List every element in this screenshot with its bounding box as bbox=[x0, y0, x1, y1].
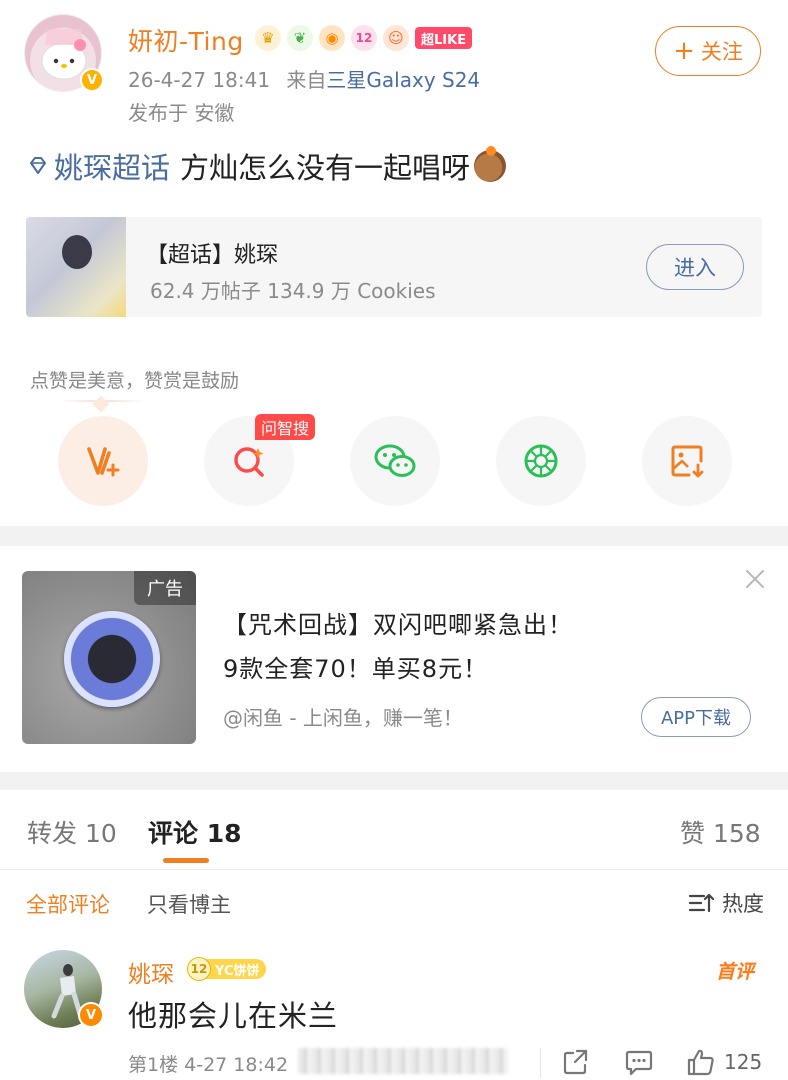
action-divider bbox=[540, 1048, 541, 1078]
super-topic-label: 姚琛超话 bbox=[54, 151, 171, 185]
active-tab-indicator bbox=[163, 858, 209, 863]
wechat-share-button[interactable] bbox=[350, 416, 440, 506]
reward-hint: 点赞是美意，赞赏是鼓励 bbox=[30, 370, 240, 392]
close-icon[interactable] bbox=[744, 568, 766, 590]
verified-badge: V bbox=[80, 68, 104, 92]
tab-comments[interactable]: 评论 18 bbox=[148, 814, 242, 850]
fan-level: 12 bbox=[187, 957, 211, 981]
plus-icon: + bbox=[673, 36, 695, 66]
section-separator bbox=[0, 526, 788, 546]
topic-thumbnail bbox=[26, 217, 126, 317]
sprout-icon[interactable]: ❦ bbox=[287, 25, 313, 51]
follow-label: 关注 bbox=[700, 40, 743, 64]
post-content: 姚琛超话 方灿怎么没有一起唱呀 bbox=[26, 145, 507, 187]
post-time: 26-4-27 18:41 bbox=[128, 68, 271, 92]
topic-title: 【超话】姚琛 bbox=[146, 243, 279, 268]
sort-by-hot[interactable]: 热度 bbox=[688, 888, 764, 918]
ask-search-tag: 问智搜 bbox=[255, 414, 316, 440]
author-avatar[interactable]: V bbox=[24, 14, 106, 96]
super-topic-card[interactable]: 【超话】姚琛 62.4 万帖子 134.9 万 Cookies 进入 bbox=[26, 217, 762, 317]
hint-caret bbox=[58, 400, 146, 402]
follow-button[interactable]: + 关注 bbox=[655, 26, 761, 76]
enter-topic-button[interactable]: 进入 bbox=[646, 244, 744, 290]
post-text: 方灿怎么没有一起唱呀 bbox=[180, 151, 471, 185]
post-location: 发布于 安徽 bbox=[128, 101, 235, 125]
comment-text[interactable]: 他那会儿在米兰 bbox=[128, 993, 338, 1035]
share-icon[interactable] bbox=[561, 1047, 591, 1077]
monkey-face-icon[interactable]: ☺ bbox=[383, 25, 409, 51]
super-like-badge[interactable]: 超LIKE bbox=[415, 27, 473, 49]
moments-share-button[interactable] bbox=[496, 416, 586, 506]
blurred-watermark bbox=[298, 1048, 508, 1074]
verified-badge: V bbox=[78, 1002, 104, 1028]
topic-stats: 62.4 万帖子 134.9 万 Cookies bbox=[150, 279, 436, 303]
fish-icon[interactable]: ◉ bbox=[319, 25, 345, 51]
tab-divider bbox=[0, 869, 788, 870]
filter-all-comments[interactable]: 全部评论 bbox=[26, 889, 110, 919]
super-topic-link[interactable]: 姚琛超话 bbox=[26, 145, 170, 187]
diamond-icon bbox=[30, 157, 46, 174]
commenter-avatar[interactable]: V bbox=[24, 950, 104, 1030]
section-separator bbox=[0, 772, 788, 790]
sort-label: 热度 bbox=[722, 892, 764, 916]
comment-icon[interactable] bbox=[624, 1047, 654, 1077]
reward-v-plus-icon bbox=[87, 447, 120, 477]
wechat-icon bbox=[374, 444, 416, 477]
filter-author-only[interactable]: 只看博主 bbox=[147, 889, 231, 919]
author-badges: ♛ ❦ ◉ 12 ☺ 超LIKE bbox=[255, 25, 473, 51]
fan-club-badge[interactable]: 12 YC饼饼 bbox=[187, 957, 266, 981]
moments-icon bbox=[524, 444, 558, 478]
ai-search-icon bbox=[234, 447, 264, 477]
reward-button[interactable] bbox=[58, 416, 148, 506]
sort-icon bbox=[688, 893, 714, 913]
share-row bbox=[0, 416, 788, 506]
image-download-icon bbox=[671, 445, 704, 478]
level-12-icon[interactable]: 12 bbox=[351, 25, 377, 51]
fan-club-name: YC饼饼 bbox=[205, 959, 266, 979]
ad-image[interactable]: 广告 bbox=[22, 571, 196, 744]
author-name[interactable]: 妍初-Ting bbox=[128, 22, 244, 58]
source-prefix: 来自 bbox=[286, 68, 327, 92]
first-comment-tag: 首评 bbox=[716, 961, 755, 983]
commenter-name[interactable]: 姚琛 bbox=[128, 955, 174, 989]
save-image-button[interactable] bbox=[642, 416, 732, 506]
ad-subline[interactable]: 9款全套70！单买8元！ bbox=[223, 649, 488, 684]
post-meta: 26-4-27 18:41 来自三星Galaxy S24 bbox=[128, 64, 480, 93]
thumbs-up-icon[interactable] bbox=[686, 1047, 716, 1077]
comment-meta: 第1楼 4-27 18:42 bbox=[128, 1054, 289, 1076]
capybara-emoji-icon bbox=[474, 146, 507, 182]
comment-like-count: 125 bbox=[724, 1050, 763, 1074]
source-device[interactable]: 三星Galaxy S24 bbox=[326, 68, 480, 92]
crown-icon[interactable]: ♛ bbox=[255, 25, 281, 51]
ad-label: 广告 bbox=[134, 571, 196, 605]
app-download-button[interactable]: APP下载 bbox=[641, 697, 751, 737]
tab-repost[interactable]: 转发 10 bbox=[27, 814, 117, 850]
tab-likes[interactable]: 赞 158 bbox=[680, 814, 761, 850]
ad-headline[interactable]: 【咒术回战】双闪吧唧紧急出！ bbox=[223, 605, 573, 640]
ad-source: @闲鱼 - 上闲鱼，赚一笔！ bbox=[223, 706, 463, 730]
ad-product-badge bbox=[64, 611, 160, 707]
